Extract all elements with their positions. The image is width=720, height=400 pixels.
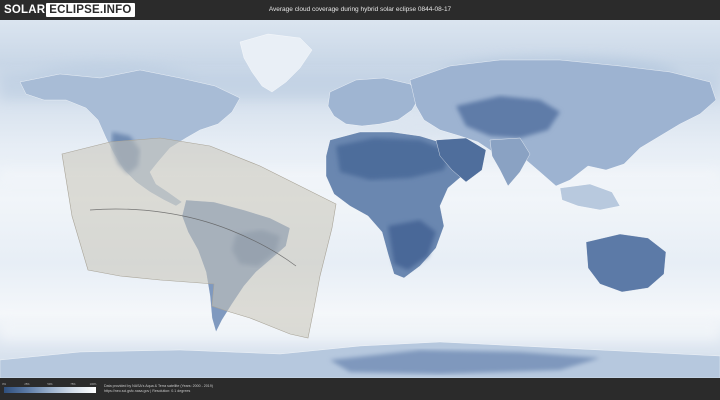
scale-tick-50: 50%: [47, 383, 53, 386]
page-title: Average cloud coverage during hybrid sol…: [268, 6, 452, 13]
scale-tick-75: 75%: [70, 383, 76, 386]
scale-tick-25: 25%: [24, 383, 30, 386]
map-canvas: [0, 20, 720, 378]
scale-tick-100: 100%: [89, 383, 97, 386]
footer-bar: 0% 25% 50% 75% 100% Data provided by NAS…: [0, 378, 720, 400]
cloud-coverage-map: [0, 20, 720, 378]
scale-tick-0: 0%: [2, 383, 6, 386]
data-credit: Data provided by NASA's Aqua & Terra sat…: [104, 384, 213, 394]
header-bar: SOLAR ECLIPSE.INFO Average cloud coverag…: [0, 0, 720, 20]
cloud-coverage-scale-bar: [4, 387, 96, 393]
credit-line-url[interactable]: https://neo.sci.gsfc.nasa.gov | Resoluti…: [104, 389, 213, 394]
